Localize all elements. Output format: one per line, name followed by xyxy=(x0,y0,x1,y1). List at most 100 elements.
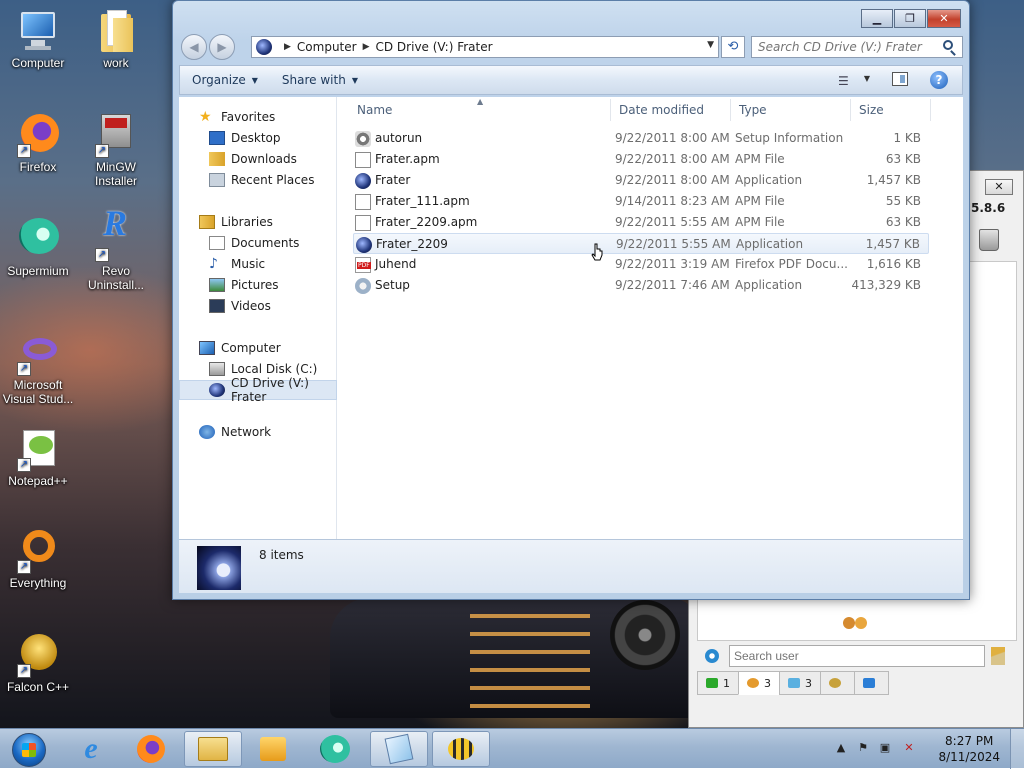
nav-label: Desktop xyxy=(231,131,281,145)
file-size: 1 KB xyxy=(893,131,921,145)
chat-bubbles-icon xyxy=(788,678,800,688)
documents-icon xyxy=(209,236,225,250)
volume-muted-icon[interactable]: ✕ xyxy=(902,741,916,755)
taskbar-supermium[interactable] xyxy=(306,731,364,767)
tab-count: 3 xyxy=(764,676,771,690)
show-desktop-button[interactable] xyxy=(1010,729,1024,769)
firefox-icon xyxy=(137,735,165,763)
file-row[interactable]: Frater 9/22/2011 8:00 AM Application 1,4… xyxy=(353,170,929,191)
close-button[interactable]: ✕ xyxy=(927,9,961,28)
network-icon[interactable]: ▣ xyxy=(878,741,892,755)
breadcrumb-chevron-icon[interactable]: ▶ xyxy=(284,42,291,52)
side-tab-messages[interactable]: 1 xyxy=(697,671,739,695)
help-icon[interactable]: ? xyxy=(930,71,948,89)
nav-favorites[interactable]: ★ Favorites xyxy=(199,107,337,127)
side-tab-users[interactable]: 3 xyxy=(738,671,780,695)
tab-count: 1 xyxy=(723,676,730,690)
taskbar-internet-explorer[interactable]: e xyxy=(62,731,120,767)
recent-places-icon xyxy=(209,173,225,187)
search-icon[interactable] xyxy=(943,40,953,50)
desktop-icon-visual-studio[interactable]: ↗ Microsoft Visual Stud... xyxy=(0,330,76,406)
column-name[interactable]: Name ▲ xyxy=(349,97,611,121)
desktop-icon-work[interactable]: work xyxy=(78,8,154,70)
shortcut-arrow-icon: ↗ xyxy=(17,144,31,158)
nav-network[interactable]: Network xyxy=(199,422,337,442)
taskbar-notepad[interactable] xyxy=(370,731,428,767)
preview-pane-icon[interactable] xyxy=(892,72,908,86)
column-date-modified[interactable]: Date modified xyxy=(611,99,731,121)
file-row[interactable]: autorun 9/22/2011 8:00 AM Setup Informat… xyxy=(353,128,929,149)
taskbar-media-player[interactable] xyxy=(244,731,302,767)
revo-uninstaller-icon: R ↗ xyxy=(93,205,139,262)
view-dropdown-icon[interactable]: ▼ xyxy=(864,74,870,83)
supermium-icon xyxy=(320,735,350,763)
action-center-flag-icon[interactable]: ⚑ xyxy=(856,741,870,755)
search-input[interactable] xyxy=(751,36,963,58)
frater-app-icon xyxy=(355,173,371,189)
column-label: Name xyxy=(357,103,393,117)
file-row[interactable]: Juhend 9/22/2011 3:19 AM Firefox PDF Doc… xyxy=(353,254,929,275)
side-tab-pin[interactable] xyxy=(854,671,889,695)
clear-broom-icon[interactable] xyxy=(991,647,1005,665)
desktop-icon-firefox[interactable]: ↗ Firefox xyxy=(0,112,76,174)
refresh-button[interactable]: ⟲ xyxy=(721,36,745,58)
taskbar-firefox[interactable] xyxy=(122,731,180,767)
address-dropdown-icon[interactable]: ▼ xyxy=(707,40,714,50)
start-button[interactable] xyxy=(4,731,52,767)
desktop-icon-revo[interactable]: R ↗ Revo Uninstall... xyxy=(78,205,154,292)
breadcrumb-cd-drive[interactable]: CD Drive (V:) Frater xyxy=(376,40,493,54)
side-tab-groups[interactable] xyxy=(820,671,855,695)
column-size[interactable]: Size xyxy=(851,99,931,121)
desktop-icon-label: work xyxy=(103,56,129,70)
taskbar: e ▲ ⚑ ▣ ✕ 8:27 PM 8/11/2024 xyxy=(0,728,1024,769)
file-date: 9/22/2011 8:00 AM xyxy=(615,131,730,145)
breadcrumb-computer[interactable]: Computer xyxy=(297,40,357,54)
desktop-icon-computer[interactable]: Computer xyxy=(0,8,76,70)
side-close-button[interactable]: ✕ xyxy=(985,179,1013,195)
back-button[interactable]: ◀ xyxy=(181,34,207,60)
file-row[interactable]: Frater_111.apm 9/14/2011 8:23 AM APM Fil… xyxy=(353,191,929,212)
minimize-button[interactable]: ▁ xyxy=(861,9,893,28)
nav-label: Downloads xyxy=(231,152,297,166)
settings-gear-icon[interactable] xyxy=(705,649,719,663)
file-row[interactable]: Frater_2209.apm 9/22/2011 5:55 AM APM Fi… xyxy=(353,212,929,233)
nav-computer[interactable]: Computer xyxy=(199,338,337,358)
nav-documents[interactable]: Documents xyxy=(209,233,337,253)
clock[interactable]: 8:27 PM 8/11/2024 xyxy=(938,733,1000,765)
breadcrumb-chevron-icon[interactable]: ▶ xyxy=(363,42,370,52)
desktop-icon-falcon[interactable]: ↗ Falcon C++ xyxy=(0,632,76,694)
side-tab-strip: 1 3 3 xyxy=(697,671,889,695)
nav-videos[interactable]: Videos xyxy=(209,296,337,316)
file-row[interactable]: Frater.apm 9/22/2011 8:00 AM APM File 63… xyxy=(353,149,929,170)
nav-libraries[interactable]: Libraries xyxy=(199,212,337,232)
desktop-icon-notepadpp[interactable]: ↗ Notepad++ xyxy=(0,426,76,488)
document-icon xyxy=(355,194,371,210)
desktop-icon-mingw[interactable]: ↗ MinGW Installer xyxy=(78,112,154,188)
show-hidden-icons-icon[interactable]: ▲ xyxy=(834,741,848,755)
file-type: APM File xyxy=(735,194,785,208)
organize-button[interactable]: Organize ▼ xyxy=(180,73,270,87)
nav-downloads[interactable]: Downloads xyxy=(209,149,337,169)
column-type[interactable]: Type xyxy=(731,99,851,121)
trash-icon[interactable] xyxy=(979,229,999,251)
nav-pictures[interactable]: Pictures xyxy=(209,275,337,295)
taskbar-explorer[interactable] xyxy=(184,731,242,767)
desktop-icon-everything[interactable]: ↗ Everything xyxy=(0,528,76,590)
file-row[interactable]: Setup 9/22/2011 7:46 AM Application 413,… xyxy=(353,275,929,296)
forward-button[interactable]: ▶ xyxy=(209,34,235,60)
file-size: 63 KB xyxy=(885,152,921,166)
nav-recent-places[interactable]: Recent Places xyxy=(209,170,337,190)
nav-desktop[interactable]: Desktop xyxy=(209,128,337,148)
nav-cd-drive[interactable]: CD Drive (V:) Frater xyxy=(179,376,337,404)
side-search-user-input[interactable] xyxy=(729,645,985,667)
change-view-icon[interactable]: ☰ xyxy=(838,74,862,88)
address-bar[interactable]: ▶ Computer ▶ CD Drive (V:) Frater ▼ xyxy=(251,36,719,58)
desktop-icon-label: Revo Uninstall... xyxy=(87,264,145,292)
maximize-button[interactable]: ❐ xyxy=(894,9,926,28)
file-row-hovered[interactable]: Frater_2209 9/22/2011 5:55 AM Applicatio… xyxy=(353,233,929,254)
desktop-icon-supermium[interactable]: Supermium xyxy=(0,216,76,278)
nav-music[interactable]: ♪ Music xyxy=(209,254,337,274)
share-with-button[interactable]: Share with ▼ xyxy=(270,73,370,87)
taskbar-chat-app[interactable] xyxy=(432,731,490,767)
side-tab-chats[interactable]: 3 xyxy=(779,671,821,695)
